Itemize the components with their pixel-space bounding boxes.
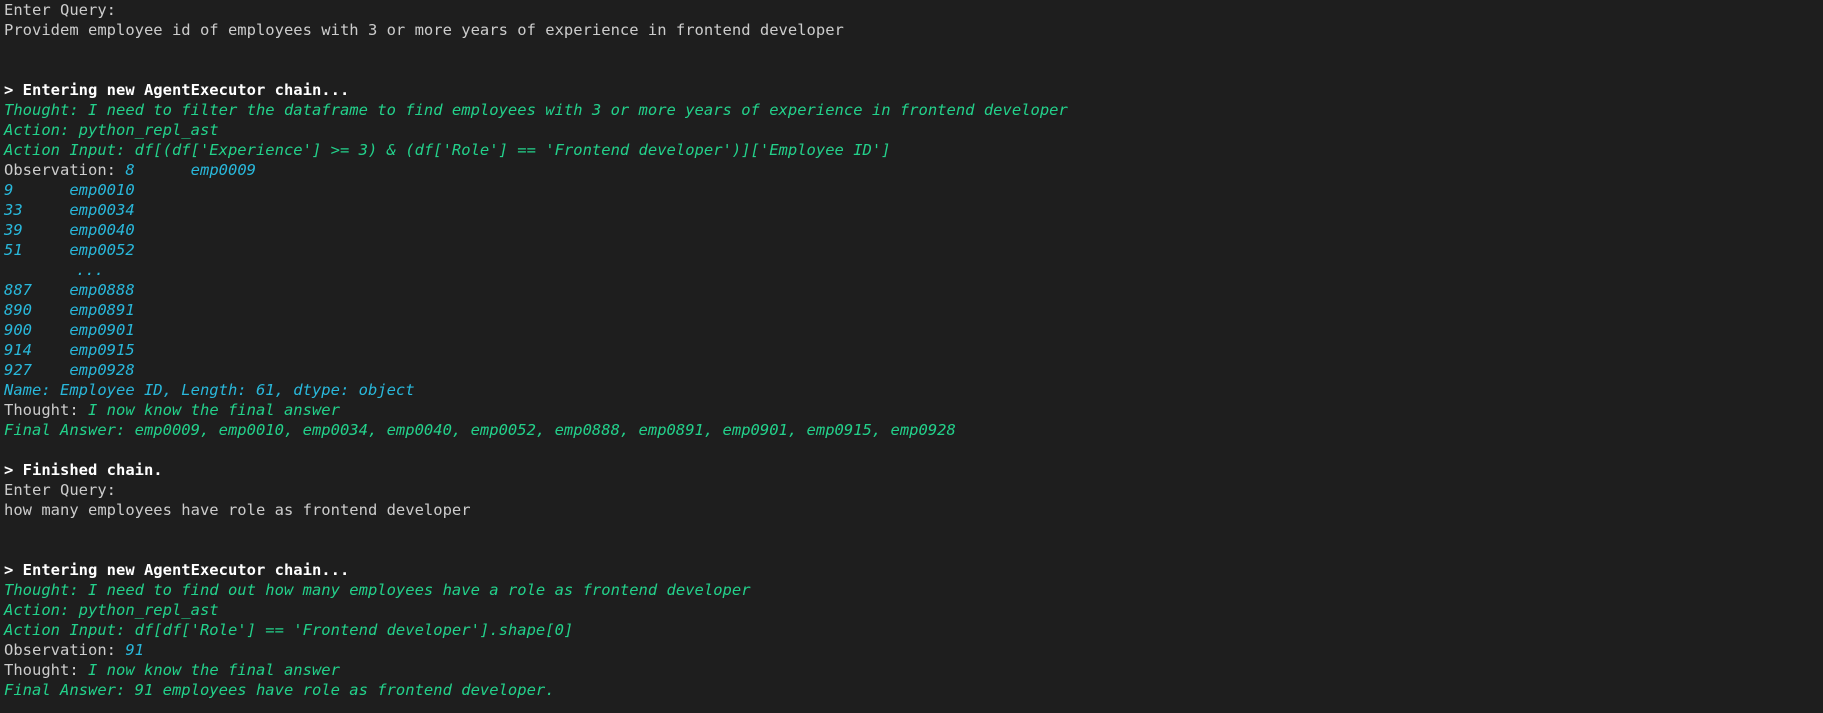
observation-index: 914 (4, 341, 32, 359)
observation-value: emp0009 (190, 161, 256, 179)
observation-value: emp0052 (69, 241, 135, 259)
observation-label: Observation: (4, 161, 126, 179)
observation-row: 890 emp0891 (4, 300, 1823, 320)
agent-action-input: Action Input: df[(df['Experience'] >= 3)… (4, 141, 891, 159)
agent-action: Action: python_repl_ast (4, 601, 219, 619)
enter-query-prompt: Enter Query: (4, 481, 116, 499)
chain-finished-message: > Finished chain. (4, 461, 163, 479)
observation-index: 33 (4, 201, 23, 219)
agent-thought-final: Thought: I now know the final answer (4, 660, 1823, 680)
terminal-window: { "block1": { "enter_query": "Enter Quer… (0, 0, 1823, 713)
observation-value: emp0034 (69, 201, 135, 219)
chain-start-message: > Entering new AgentExecutor chain... (4, 81, 350, 99)
agent-thought: Thought: I need to filter the dataframe … (4, 101, 1068, 119)
observation-row: 900 emp0901 (4, 320, 1823, 340)
final-answer: Final Answer: 91 employees have role as … (4, 681, 555, 699)
thought-label: Thought: (4, 661, 88, 679)
thought-text: I now know the final answer (88, 401, 340, 419)
observation-line: Observation: 91 (4, 640, 1823, 660)
enter-query-prompt: Enter Query: (4, 1, 116, 19)
user-query: Providem employee id of employees with 3… (4, 21, 844, 39)
agent-thought-final: Thought: I now know the final answer (4, 400, 1823, 420)
observation-ellipsis: ... (76, 261, 104, 279)
thought-text: I now know the final answer (88, 661, 340, 679)
series-info: Name: Employee ID, Length: 61, dtype: ob… (4, 381, 415, 399)
observation-line: Observation: 8 emp0009 (4, 160, 1823, 180)
thought-label: Thought: (4, 401, 88, 419)
observation-index: 900 (4, 321, 32, 339)
observation-value: emp0928 (69, 361, 135, 379)
observation-value: emp0010 (69, 181, 135, 199)
observation-row: 927 emp0928 (4, 360, 1823, 380)
agent-thought: Thought: I need to find out how many emp… (4, 581, 751, 599)
observation-row: 33 emp0034 (4, 200, 1823, 220)
observation-value: emp0915 (69, 341, 135, 359)
observation-index: 890 (4, 301, 32, 319)
agent-action: Action: python_repl_ast (4, 121, 219, 139)
observation-index: 9 (4, 181, 14, 199)
observation-value: emp0888 (69, 281, 135, 299)
observation-index: 887 (4, 281, 32, 299)
observation-value: emp0901 (69, 321, 135, 339)
agent-action-input: Action Input: df[df['Role'] == 'Frontend… (4, 621, 574, 639)
observation-value: 91 (125, 641, 144, 659)
observation-row: 51 emp0052 (4, 240, 1823, 260)
chain-start-message: > Entering new AgentExecutor chain... (4, 561, 350, 579)
terminal-output[interactable]: Enter Query: Providem employee id of emp… (4, 0, 1823, 713)
observation-row: 887 emp0888 (4, 280, 1823, 300)
observation-value: emp0891 (69, 301, 135, 319)
observation-index: 8 (125, 161, 135, 179)
observation-row: ... (4, 260, 1823, 280)
observation-index: 39 (4, 221, 23, 239)
observation-row: 39 emp0040 (4, 220, 1823, 240)
observation-row: 914 emp0915 (4, 340, 1823, 360)
final-answer: Final Answer: emp0009, emp0010, emp0034,… (4, 421, 956, 439)
observation-index: 927 (4, 361, 32, 379)
user-query: how many employees have role as frontend… (4, 501, 471, 519)
observation-index: 51 (4, 241, 23, 259)
observation-label: Observation: (4, 641, 126, 659)
observation-value: emp0040 (69, 221, 135, 239)
observation-row: 9 emp0010 (4, 180, 1823, 200)
